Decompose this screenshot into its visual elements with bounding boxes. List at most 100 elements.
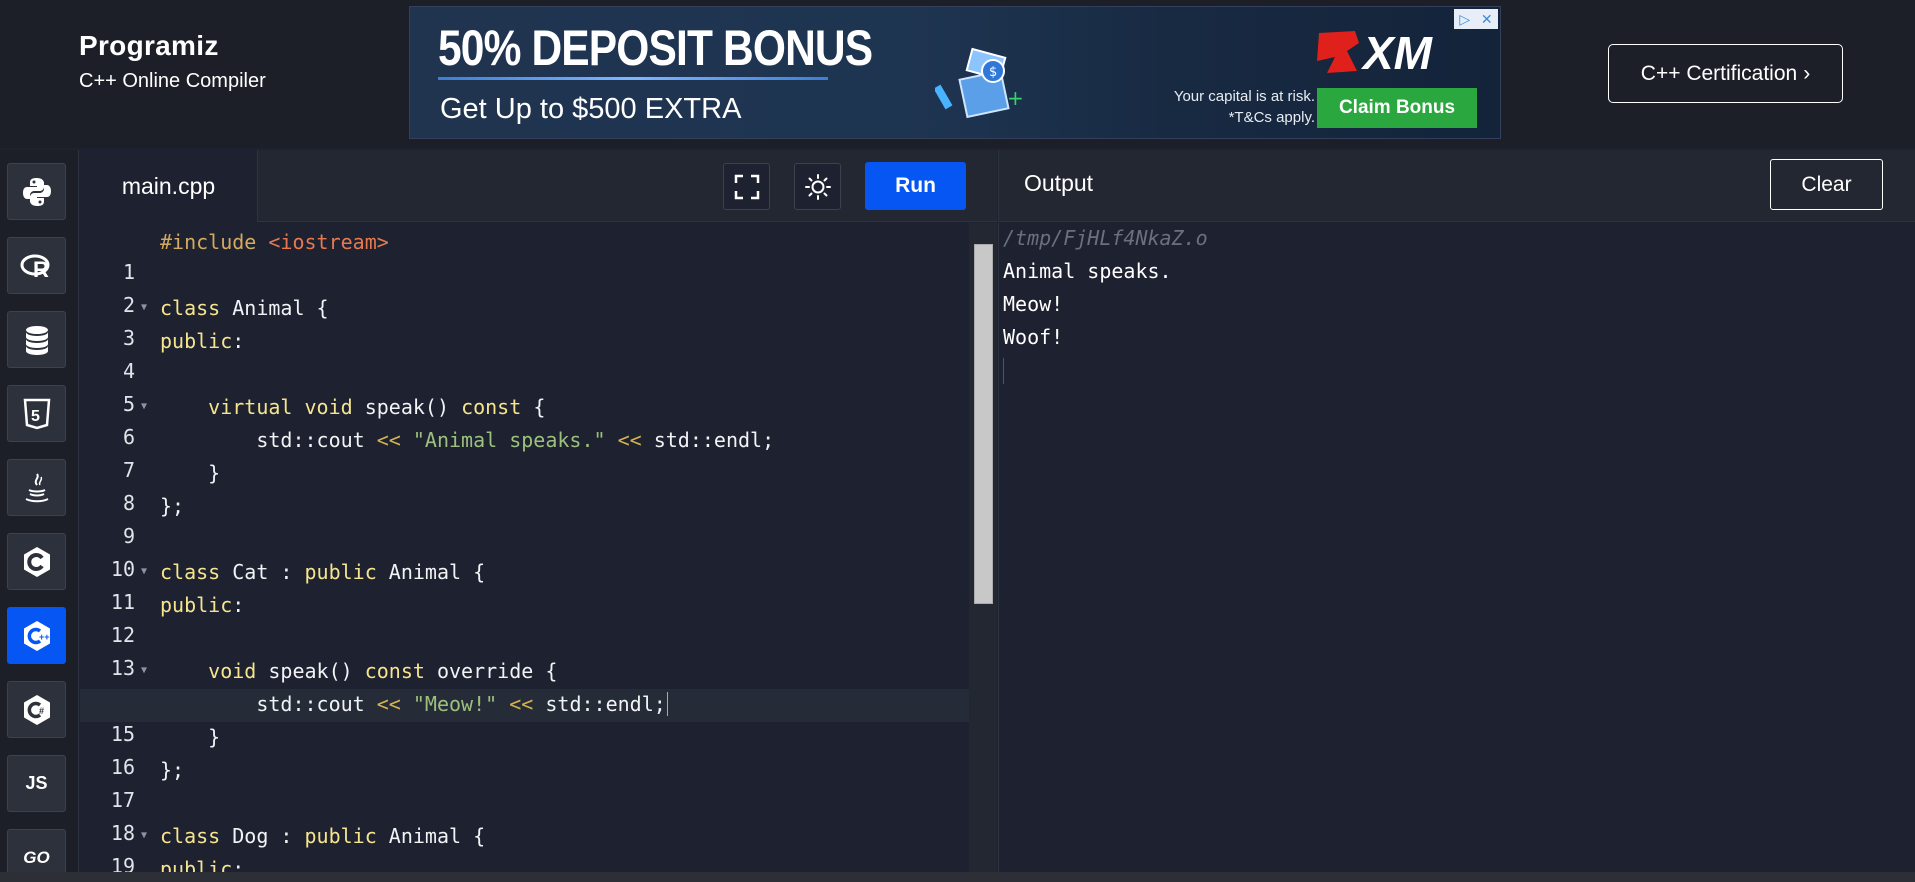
code-line[interactable]: 6 ▼ virtual void speak() const { [80, 392, 970, 449]
theme-toggle-button[interactable] [794, 163, 841, 210]
code-token: }; [160, 758, 185, 782]
code-token: void [304, 395, 353, 419]
ad-underline [438, 77, 828, 80]
fold-arrow-icon[interactable]: ▼ [141, 293, 147, 323]
editor-scrollbar-thumb[interactable] [974, 244, 993, 604]
code-token: public [304, 560, 377, 584]
python-icon [22, 177, 51, 206]
code-line[interactable]: 19 ▼ class Dog : public Animal { [80, 821, 970, 872]
code-line[interactable]: 18 [80, 788, 970, 845]
code-token: << [617, 428, 642, 452]
database-icon [25, 325, 48, 355]
svg-text:#: # [39, 706, 44, 716]
sidebar-item-python[interactable] [7, 163, 66, 220]
java-icon [25, 472, 48, 502]
code-token: }; [160, 494, 185, 518]
code-token: speak() [352, 395, 462, 419]
code-line[interactable]: 13 [80, 623, 970, 680]
output-line: Woof! [1003, 325, 1064, 349]
clear-button[interactable]: Clear [1770, 159, 1883, 210]
fold-arrow-icon[interactable]: ▼ [141, 656, 147, 686]
code-line[interactable]: 12 public: [80, 590, 970, 647]
code-line[interactable]: 2 [80, 260, 970, 317]
ad-risk-notice: Your capital is at risk. *T&Cs apply. [1150, 86, 1315, 128]
sidebar-item-cpp[interactable]: ++ [7, 607, 66, 664]
code-token: << [376, 428, 401, 452]
fullscreen-button[interactable] [723, 163, 770, 210]
code-token: Animal { [376, 824, 486, 848]
ad-controls[interactable]: ▷ ✕ [1454, 9, 1498, 29]
sidebar-item-csharp[interactable]: # [7, 681, 66, 738]
code-token: Animal { [220, 296, 329, 320]
tab-main-cpp[interactable]: main.cpp [80, 150, 258, 222]
code-token: speak() [256, 659, 365, 683]
output-title: Output [1024, 170, 1094, 196]
code-token: std::cout [256, 692, 377, 716]
code-line[interactable]: 11 ▼ class Cat : public Animal { [80, 557, 970, 614]
r-icon: R [20, 254, 49, 282]
run-button[interactable]: Run [865, 162, 966, 210]
code-line[interactable]: 14 ▼ void speak() const override { [80, 656, 970, 713]
sun-icon [804, 173, 831, 200]
code-token: Dog : [220, 824, 305, 848]
code-line[interactable]: 8 } [80, 458, 970, 515]
ad-choices-icon[interactable]: ▷ [1459, 11, 1470, 28]
risk-line-2: *T&Cs apply. [1228, 109, 1315, 126]
code-line[interactable]: 10 [80, 524, 970, 581]
fold-arrow-icon[interactable]: ▼ [141, 821, 147, 851]
code-token: std::endl; [533, 692, 666, 716]
fold-arrow-icon[interactable]: ▼ [141, 392, 147, 422]
sidebar-item-java[interactable] [7, 459, 66, 516]
svg-text:++: ++ [39, 632, 50, 642]
code-token: } [208, 725, 221, 749]
code-token: Cat : [220, 560, 305, 584]
text-cursor [666, 692, 668, 716]
code-line[interactable]: 5 [80, 359, 970, 416]
editor-toolbar: main.cpp Run [80, 150, 997, 222]
sidebar-item-sql[interactable] [7, 311, 66, 368]
sidebar-item-html[interactable]: 5 [7, 385, 66, 442]
sidebar-item-js[interactable]: JS [7, 755, 66, 812]
svg-text:$: $ [989, 65, 997, 80]
code-line[interactable]: 9 }; [80, 491, 970, 548]
code-token: : [232, 593, 245, 617]
svg-text:XM: XM [1360, 27, 1434, 79]
code-line[interactable]: 3 ▼ class Animal { [80, 293, 970, 350]
cpp-certification-button[interactable]: C++ Certification › [1608, 44, 1843, 103]
ad-banner[interactable]: 50% DEPOSIT BONUS Get Up to $500 EXTRA $… [409, 6, 1501, 139]
cpp-icon: ++ [23, 620, 50, 651]
code-token: virtual [208, 395, 293, 419]
fold-arrow-icon[interactable]: ▼ [141, 557, 147, 587]
brand[interactable]: Programiz C++ Online Compiler [79, 30, 266, 93]
code-token: : [232, 857, 245, 872]
code-token: const [364, 659, 425, 683]
code-line[interactable]: 20 public: [80, 854, 970, 872]
code-line[interactable]: 17 }; [80, 755, 970, 812]
claim-bonus-button[interactable]: Claim Bonus [1317, 88, 1477, 128]
programiz-logo[interactable]: Programiz [79, 30, 266, 62]
sidebar-item-r[interactable]: R [7, 237, 66, 294]
bottom-strip [0, 872, 1915, 882]
code-line[interactable]: 1 #include <iostream> [80, 227, 970, 284]
html5-icon: 5 [23, 398, 50, 429]
svg-text:5: 5 [31, 408, 40, 425]
code-line[interactable]: 16 } [80, 722, 970, 779]
code-token: { [521, 395, 546, 419]
js-icon: JS [25, 773, 48, 793]
sidebar-item-c[interactable] [7, 533, 66, 590]
code-token: const [461, 395, 522, 419]
ad-close-icon[interactable]: ✕ [1481, 11, 1493, 28]
code-editor[interactable]: 1 #include <iostream> 2 3 ▼ class Animal… [80, 223, 997, 872]
code-token: #include [160, 230, 257, 254]
code-token: std::endl; [641, 428, 775, 452]
go-icon: GO [23, 847, 50, 867]
cert-button-label: C++ Certification [1640, 61, 1798, 85]
code-line-active[interactable]: 15 std::cout << "Meow!" << std::endl; [80, 689, 970, 746]
code-token: Animal { [376, 560, 486, 584]
output-line: Meow! [1003, 292, 1064, 316]
code-line[interactable]: 4 public: [80, 326, 970, 383]
output-cursor [1003, 358, 1004, 384]
code-line[interactable]: 7 std::cout << "Animal speaks." << std::… [80, 425, 970, 482]
output-console[interactable]: /tmp/FjHLf4NkaZ.o Animal speaks. Meow! W… [998, 223, 1915, 872]
code-token: class [160, 296, 221, 320]
